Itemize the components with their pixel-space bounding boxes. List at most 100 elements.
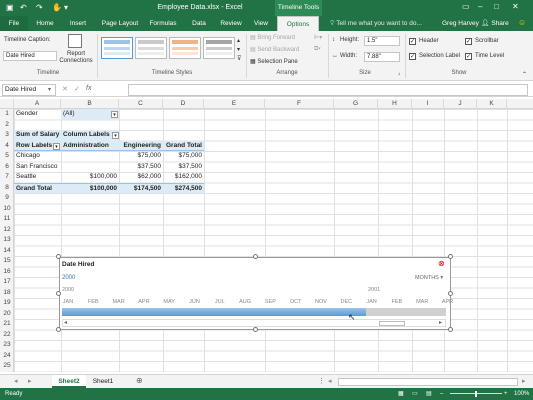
ribbon-display-icon[interactable]: ▭ [462,2,470,11]
column-header[interactable]: C [119,99,163,109]
timeline-style-light-gray[interactable] [135,37,167,59]
row-header[interactable]: 14 [0,246,14,257]
page-break-view-icon[interactable]: ▤ [426,388,432,400]
hscroll-right-icon[interactable]: ▸ [522,377,526,385]
timeline-month-label[interactable]: MAR [412,299,432,305]
timeline-month-label[interactable]: JUL [210,299,230,305]
time-level-dropdown[interactable]: MONTHS ▾ [415,275,443,281]
timeline-style-gray[interactable] [203,37,235,59]
column-header[interactable]: K [477,99,507,109]
column-labels-dropdown-icon[interactable]: ▾ [112,132,119,139]
row-header[interactable]: 11 [0,214,14,225]
maximize-icon[interactable]: □ [494,2,499,11]
hscroll-left-icon[interactable]: ◂ [328,377,332,385]
scroll-right-icon[interactable]: ▸ [439,319,442,326]
styles-scroll-up-icon[interactable]: ▴ [237,37,240,44]
tab-view[interactable]: View [250,16,272,31]
column-header[interactable]: I [412,99,444,109]
scrollbar-checkbox[interactable]: ✓ [465,38,472,45]
timeline-month-label[interactable]: JAN [58,299,78,305]
filter-dropdown-icon[interactable]: ▾ [111,111,118,118]
selection-label-checkbox[interactable]: ✓ [409,53,416,60]
column-header[interactable]: D [163,99,204,109]
row-header[interactable]: 23 [0,340,14,351]
confirm-formula-icon[interactable]: ✓ [74,85,80,93]
tell-me-box[interactable]: 💡︎ Tell me what you want to do... [330,16,422,31]
timeline-slicer[interactable]: Date Hired ⊗ 2000 MONTHS ▾ 2000 2001 JAN… [58,257,453,330]
row-header[interactable]: 8 [0,183,14,194]
row-header[interactable]: 3 [0,130,14,141]
tab-options[interactable]: Options [277,16,319,31]
resize-handle[interactable] [448,254,453,259]
row-header[interactable]: 9 [0,193,14,204]
zoom-slider-thumb[interactable] [475,391,477,397]
timeline-month-label[interactable]: DEC [336,299,356,305]
resize-handle[interactable] [56,254,61,259]
height-input[interactable]: 1.5" [364,36,400,46]
tab-home[interactable]: Home [32,16,58,31]
new-sheet-icon[interactable]: ⊕ [136,376,143,385]
close-icon[interactable]: ✕ [512,2,519,11]
zoom-out-icon[interactable]: – [440,388,443,400]
row-header[interactable]: 24 [0,351,14,362]
row-labels-dropdown-icon[interactable]: ▾ [53,142,60,150]
row-header[interactable]: 12 [0,225,14,236]
row-header[interactable]: 10 [0,204,14,215]
customize-qat-icon[interactable]: ▾ [64,3,68,12]
styles-scroll-down-icon[interactable]: ▾ [237,46,240,53]
align-icon[interactable]: ⊫▾ [314,34,322,41]
send-backward-button[interactable]: ▤ Send Backward [250,46,299,53]
share-button[interactable]: 👤︎ Share [478,17,512,30]
column-header[interactable]: H [378,99,412,109]
row-header[interactable]: 1 [0,109,14,120]
touch-mode-icon[interactable]: ✋ [52,3,62,12]
tab-formulas[interactable]: Formulas [146,16,180,31]
minimize-icon[interactable]: – [478,2,482,11]
report-connections-button[interactable]: Report Connections [58,51,94,65]
resize-handle[interactable] [448,291,453,296]
timeline-month-label[interactable]: FEB [387,299,407,305]
group-icon[interactable]: ⧉▾ [314,46,321,53]
timeline-month-label[interactable]: FEB [83,299,103,305]
name-box-dropdown-icon[interactable]: ▾ [48,86,51,93]
resize-handle[interactable] [448,327,453,332]
column-header[interactable]: A [14,99,61,109]
row-header[interactable]: 13 [0,235,14,246]
prev-sheet-icon[interactable]: ◂ [14,377,18,385]
header-checkbox[interactable]: ✓ [409,38,416,45]
hscroll-options-icon[interactable]: ⋮ [318,377,325,385]
zoom-in-icon[interactable]: + [504,388,508,400]
zoom-level[interactable]: 100% [514,388,529,400]
cancel-formula-icon[interactable]: ✕ [62,85,68,93]
tab-insert[interactable]: Insert [64,16,92,31]
row-header[interactable]: 15 [0,256,14,267]
timeline-month-label[interactable]: APR [438,299,458,305]
row-header[interactable]: 6 [0,162,14,173]
width-input[interactable]: 7.88" [364,52,400,62]
timeline-month-label[interactable]: JUN [185,299,205,305]
page-layout-view-icon[interactable]: ▭ [412,388,418,400]
timeline-month-label[interactable]: MAY [159,299,179,305]
tab-file[interactable]: File [0,16,28,31]
tab-page-layout[interactable]: Page Layout [99,16,141,31]
bring-forward-button[interactable]: ▤ Bring Forward [250,34,295,41]
timeline-style-light-blue[interactable] [101,37,133,59]
time-level-checkbox[interactable]: ✓ [465,53,472,60]
feedback-smiley-icon[interactable]: ☺ [518,18,526,27]
selection-pane-button[interactable]: ▦ Selection Pane [250,58,298,65]
column-header[interactable]: F [265,99,334,109]
timeline-month-label[interactable]: OCT [286,299,306,305]
user-name[interactable]: Greg Harvey [442,16,479,31]
sheet-tab-sheet1[interactable]: Sheet1 [88,375,118,388]
styles-more-icon[interactable]: ⊽ [237,55,241,62]
timeline-style-orange[interactable] [169,37,201,59]
timeline-selected-range[interactable] [62,308,366,316]
scroll-thumb[interactable] [379,321,405,326]
row-header[interactable]: 20 [0,309,14,320]
save-icon[interactable]: ▣ [6,3,14,12]
tab-data[interactable]: Data [187,16,211,31]
select-all-corner[interactable] [0,99,14,109]
row-header[interactable]: 5 [0,151,14,162]
timeline-caption-input[interactable]: Date Hired [3,51,57,61]
column-header[interactable]: E [204,99,265,109]
